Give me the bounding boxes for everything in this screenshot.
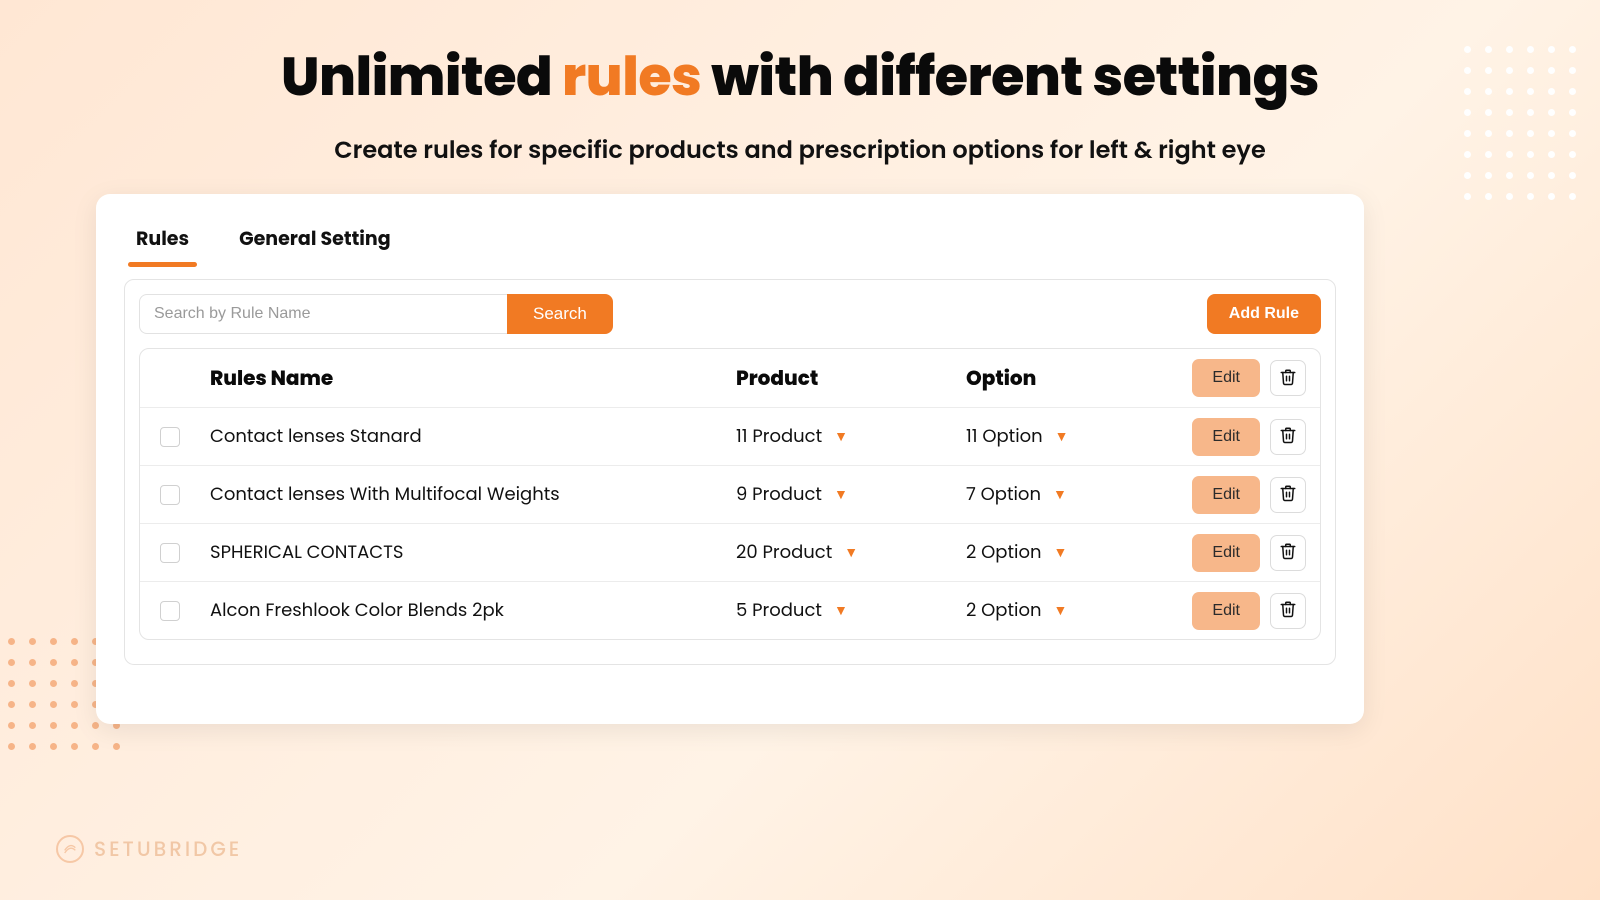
delete-button[interactable] (1270, 593, 1306, 629)
chevron-down-icon[interactable]: ▼ (834, 426, 848, 447)
chevron-down-icon[interactable]: ▼ (834, 484, 848, 505)
chevron-down-icon[interactable]: ▼ (1054, 600, 1068, 621)
edit-button[interactable]: Edit (1192, 592, 1260, 630)
rule-name: SPHERICAL CONTACTS (210, 539, 736, 566)
chevron-down-icon[interactable]: ▼ (1053, 484, 1067, 505)
chevron-down-icon[interactable]: ▼ (834, 600, 848, 621)
row-checkbox[interactable] (160, 601, 180, 621)
toolbar: Search Add Rule (139, 294, 1321, 334)
tab-rules[interactable]: Rules (136, 216, 189, 265)
headline-pre: Unlimited (281, 38, 562, 114)
table-row: SPHERICAL CONTACTS 20 Product ▼ 2 Option ▼… (140, 523, 1320, 581)
rules-container: Search Add Rule Rules Name Product Optio… (124, 279, 1336, 665)
option-count: 2 Option (966, 539, 1042, 566)
tab-bar: Rules General Setting (124, 212, 1336, 265)
table-row: Contact lenses With Multifocal Weights 9… (140, 465, 1320, 523)
delete-button[interactable] (1270, 535, 1306, 571)
rule-name: Contact lenses With Multifocal Weights (210, 481, 736, 508)
row-checkbox[interactable] (160, 427, 180, 447)
brand-mark-icon (56, 835, 84, 863)
edit-button[interactable]: Edit (1192, 359, 1260, 397)
page-subtitle: Create rules for specific products and p… (0, 133, 1600, 168)
option-count: 2 Option (966, 597, 1042, 624)
table-row: Contact lenses Stanard 11 Product ▼ 11 Op… (140, 407, 1320, 465)
edit-button[interactable]: Edit (1192, 418, 1260, 456)
option-count: 11 Option (966, 423, 1043, 450)
product-count: 20 Product (736, 539, 832, 566)
column-header-product: Product (736, 363, 966, 393)
search-input[interactable] (139, 294, 507, 334)
chevron-down-icon[interactable]: ▼ (1054, 542, 1068, 563)
trash-icon (1279, 542, 1297, 563)
delete-button[interactable] (1270, 419, 1306, 455)
rule-name: Contact lenses Stanard (210, 423, 736, 450)
delete-button[interactable] (1270, 360, 1306, 396)
trash-icon (1279, 484, 1297, 505)
table-row: Alcon Freshlook Color Blends 2pk 5 Produ… (140, 581, 1320, 639)
rules-table: Rules Name Product Option Edit Contact l… (139, 348, 1321, 640)
column-header-name: Rules Name (210, 363, 736, 393)
tab-general[interactable]: General Setting (239, 216, 391, 265)
headline-post: with different settings (701, 38, 1319, 114)
headline-accent: rules (562, 38, 701, 114)
brand-name: SETUBRIDGE (94, 834, 242, 864)
decorative-dots-top-right (1464, 46, 1576, 200)
add-rule-button[interactable]: Add Rule (1207, 294, 1321, 334)
trash-icon (1279, 368, 1297, 389)
product-count: 11 Product (736, 423, 822, 450)
edit-button[interactable]: Edit (1192, 476, 1260, 514)
page-title: Unlimited rules with different settings (0, 36, 1600, 117)
table-header-row: Rules Name Product Option Edit (140, 349, 1320, 407)
chevron-down-icon[interactable]: ▼ (1055, 426, 1069, 447)
brand-logo: SETUBRIDGE (56, 834, 242, 864)
option-count: 7 Option (966, 481, 1041, 508)
rule-name: Alcon Freshlook Color Blends 2pk (210, 597, 736, 624)
search-button[interactable]: Search (507, 294, 613, 334)
chevron-down-icon[interactable]: ▼ (844, 542, 858, 563)
column-header-option: Option (966, 363, 1166, 393)
product-count: 9 Product (736, 481, 822, 508)
delete-button[interactable] (1270, 477, 1306, 513)
row-checkbox[interactable] (160, 485, 180, 505)
product-count: 5 Product (736, 597, 822, 624)
trash-icon (1279, 600, 1297, 621)
rules-panel: Rules General Setting Search Add Rule Ru… (96, 194, 1364, 724)
edit-button[interactable]: Edit (1192, 534, 1260, 572)
row-checkbox[interactable] (160, 543, 180, 563)
trash-icon (1279, 426, 1297, 447)
